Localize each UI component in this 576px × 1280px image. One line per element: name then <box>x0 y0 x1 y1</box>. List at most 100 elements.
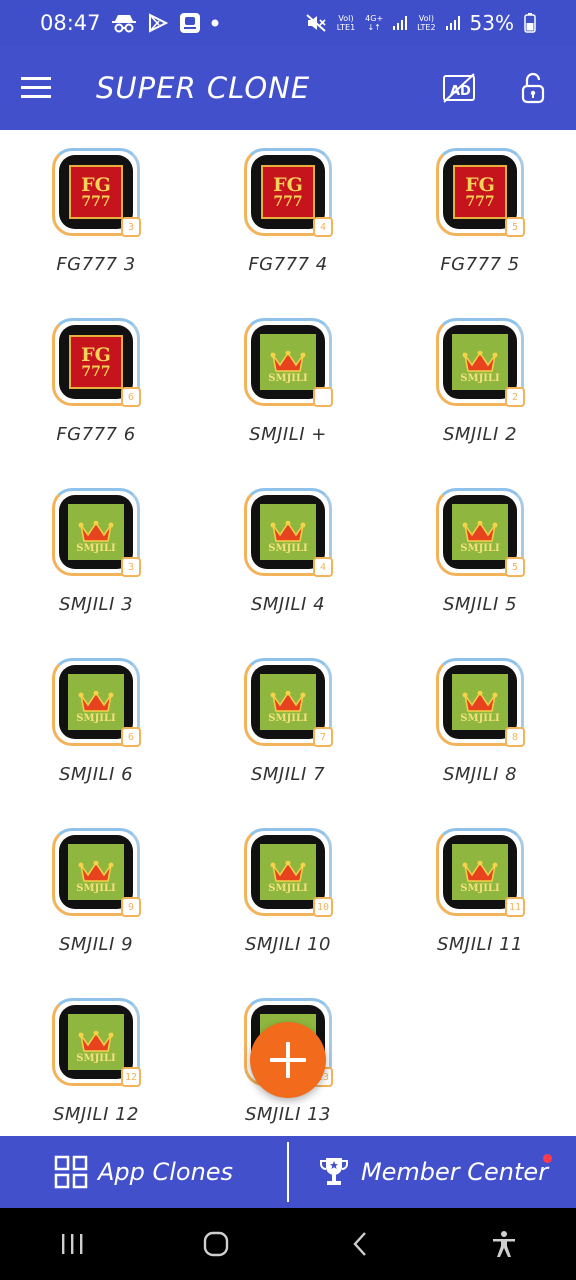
jester-hat-icon <box>78 521 114 542</box>
clone-badge-icon: 7 <box>313 727 333 747</box>
app-notification-icon <box>179 12 201 34</box>
app-label: SMJILI 6 <box>58 764 134 785</box>
app-icon: SMJILI 9 <box>52 828 141 917</box>
logo-text: SMJILI <box>268 883 308 894</box>
accessibility-icon <box>493 1231 515 1257</box>
app-tile[interactable]: FG 777 3 FG777 3 <box>0 130 192 300</box>
clone-grid: FG 777 3 FG777 3 FG 777 4 FG777 4 FG 777 5 FG777 5F… <box>0 130 576 1136</box>
jester-hat-icon <box>462 521 498 542</box>
app-tile[interactable]: FG 777 4 FG777 4 <box>192 130 384 300</box>
logo-line2: 777 <box>273 193 303 210</box>
clone-badge-icon: 10 <box>313 897 333 917</box>
smjili-logo-icon: SMJILI <box>452 334 508 390</box>
smjili-logo-icon: SMJILI <box>260 334 316 390</box>
clock: 08:47 <box>40 11 101 35</box>
logo-text: SMJILI <box>460 543 500 554</box>
status-left: 08:47 <box>40 11 219 35</box>
battery-icon <box>524 13 536 33</box>
smjili-logo-icon: SMJILI <box>452 674 508 730</box>
app-icon: SMJILI <box>244 318 333 407</box>
app-tile[interactable]: SMJILI 4 SMJILI 4 <box>192 470 384 640</box>
jester-hat-icon <box>78 1031 114 1052</box>
app-tile[interactable]: SMJILI 11 SMJILI 11 <box>384 810 576 980</box>
clone-badge-icon: 11 <box>505 897 525 917</box>
app-icon: FG 777 3 <box>52 148 141 237</box>
accessibility-button[interactable] <box>474 1214 534 1274</box>
smjili-logo-icon: SMJILI <box>260 674 316 730</box>
plus-icon <box>270 1042 306 1078</box>
app-tile[interactable]: SMJILI SMJILI + <box>192 300 384 470</box>
battery-percent: 53% <box>469 11 514 35</box>
logo-text: SMJILI <box>76 1053 116 1064</box>
app-clones-tab[interactable]: App Clones <box>0 1136 287 1208</box>
clone-badge-icon: 8 <box>505 727 525 747</box>
app-tile[interactable]: SMJILI 9 SMJILI 9 <box>0 810 192 980</box>
lock-button[interactable] <box>510 65 556 111</box>
app-label: SMJILI 4 <box>250 594 326 615</box>
add-clone-button[interactable] <box>250 1022 326 1098</box>
app-tile[interactable]: SMJILI 7 SMJILI 7 <box>192 640 384 810</box>
clone-badge-icon: 9 <box>121 897 141 917</box>
signal-icon-2 <box>445 16 460 30</box>
jester-hat-icon <box>78 691 114 712</box>
app-tile[interactable]: FG 777 6 FG777 6 <box>0 300 192 470</box>
notification-dot <box>543 1154 552 1163</box>
logo-text: SMJILI <box>76 713 116 724</box>
app-tile[interactable]: FG 777 5 FG777 5 <box>384 130 576 300</box>
system-nav-bar <box>0 1208 576 1280</box>
member-center-tab[interactable]: Member Center <box>289 1136 576 1208</box>
app-tile[interactable]: SMJILI 8 SMJILI 8 <box>384 640 576 810</box>
app-label: SMJILI 3 <box>58 594 134 615</box>
app-label: FG777 3 <box>56 254 136 275</box>
menu-button[interactable] <box>0 46 72 130</box>
logo-text: SMJILI <box>76 543 116 554</box>
app-label: SMJILI 10 <box>244 934 332 955</box>
lock-icon <box>521 72 545 104</box>
clone-badge-icon: 6 <box>121 727 141 747</box>
app-tile[interactable]: SMJILI 5 SMJILI 5 <box>384 470 576 640</box>
sim2-lte: LTE2 <box>417 23 436 32</box>
app-tile[interactable]: SMJILI 6 SMJILI 6 <box>0 640 192 810</box>
app-tile[interactable]: SMJILI 3 SMJILI 3 <box>0 470 192 640</box>
recents-icon <box>62 1234 83 1254</box>
logo-text: SMJILI <box>460 373 500 384</box>
logo-line2: 777 <box>81 193 111 210</box>
app-label: SMJILI + <box>249 424 327 445</box>
app-tile[interactable]: SMJILI 2 SMJILI 2 <box>384 300 576 470</box>
no-ads-button[interactable]: AD <box>436 65 482 111</box>
app-label: SMJILI 7 <box>250 764 326 785</box>
app-tile[interactable]: SMJILI 10 SMJILI 10 <box>192 810 384 980</box>
app-icon: FG 777 5 <box>436 148 525 237</box>
jester-hat-icon <box>270 861 306 882</box>
logo-line1: FG <box>81 343 111 366</box>
app-label: FG777 4 <box>248 254 328 275</box>
app-label: SMJILI 11 <box>436 934 524 955</box>
fg777-logo-icon: FG 777 <box>69 165 123 219</box>
sim1-indicator: VoI) LTE1 <box>337 14 355 32</box>
no-ads-icon: AD <box>443 73 475 103</box>
home-button[interactable] <box>186 1214 246 1274</box>
smjili-logo-icon: SMJILI <box>452 844 508 900</box>
recents-button[interactable] <box>42 1214 102 1274</box>
app-label: SMJILI 12 <box>52 1104 140 1125</box>
smjili-logo-icon: SMJILI <box>68 504 124 560</box>
jester-hat-icon <box>462 691 498 712</box>
fg777-logo-icon: FG 777 <box>453 165 507 219</box>
fg777-logo-icon: FG 777 <box>261 165 315 219</box>
sim2-volte: VoI) <box>418 14 434 23</box>
member-center-label: Member Center <box>360 1158 549 1186</box>
jester-hat-icon <box>462 861 498 882</box>
jester-hat-icon <box>78 861 114 882</box>
trophy-icon <box>319 1158 348 1185</box>
network-type-label: 4G+ <box>365 14 384 23</box>
app-label: SMJILI 8 <box>442 764 518 785</box>
logo-line2: 777 <box>465 193 495 210</box>
clone-badge-icon: 3 <box>121 217 141 237</box>
clone-badge-icon: 2 <box>505 387 525 407</box>
app-tile[interactable]: SMJILI 12 SMJILI 12 <box>0 980 192 1136</box>
logo-line1: FG <box>465 173 495 196</box>
data-arrows-icon: ↓↑ <box>367 23 381 32</box>
app-bar: SUPER CLONE AD <box>0 46 576 130</box>
clone-badge-icon: 5 <box>505 557 525 577</box>
back-button[interactable] <box>330 1214 390 1274</box>
